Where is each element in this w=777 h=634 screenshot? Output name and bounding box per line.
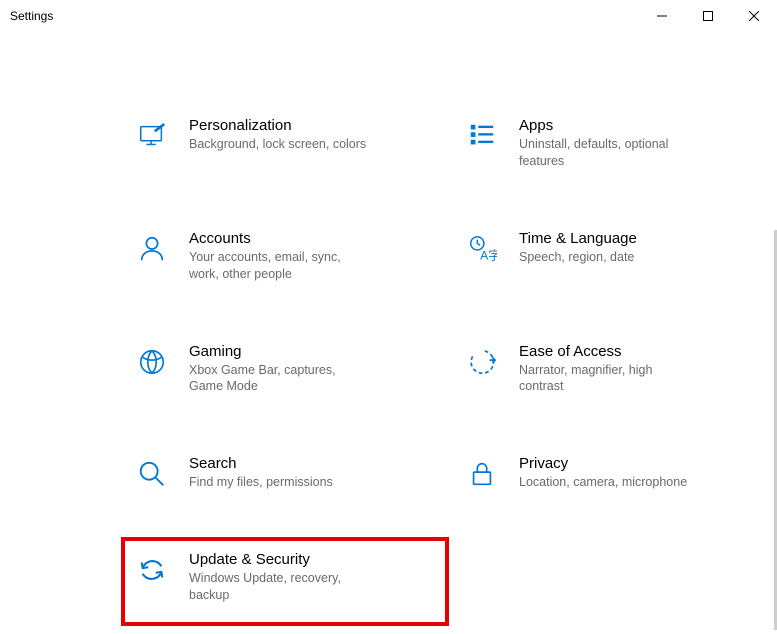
category-gaming[interactable]: Gaming Xbox Game Bar, captures, Game Mod… <box>130 338 440 401</box>
accounts-icon <box>135 232 169 266</box>
gaming-icon <box>135 345 169 379</box>
time-language-icon: A字 <box>465 232 499 266</box>
category-text: Time & Language Speech, region, date <box>519 230 637 266</box>
maximize-button[interactable] <box>685 0 731 32</box>
apps-icon <box>465 119 499 153</box>
personalization-icon <box>135 119 169 153</box>
category-personalization[interactable]: Personalization Background, lock screen,… <box>130 112 440 175</box>
category-subtitle: Uninstall, defaults, optional features <box>519 136 699 170</box>
category-apps[interactable]: Apps Uninstall, defaults, optional featu… <box>460 112 770 175</box>
category-title: Update & Security <box>189 551 369 568</box>
search-icon <box>135 457 169 491</box>
category-title: Time & Language <box>519 230 637 247</box>
settings-categories: Personalization Background, lock screen,… <box>130 32 770 617</box>
category-text: Update & Security Windows Update, recove… <box>189 551 369 604</box>
category-subtitle: Location, camera, microphone <box>519 474 687 491</box>
category-title: Search <box>189 455 333 472</box>
category-title: Accounts <box>189 230 369 247</box>
minimize-button[interactable] <box>639 0 685 32</box>
category-subtitle: Windows Update, recovery, backup <box>189 570 369 604</box>
category-subtitle: Speech, region, date <box>519 249 637 266</box>
category-privacy[interactable]: Privacy Location, camera, microphone <box>460 450 770 496</box>
category-ease-of-access[interactable]: Ease of Access Narrator, magnifier, high… <box>460 338 770 401</box>
update-security-icon <box>135 553 169 587</box>
category-text: Personalization Background, lock screen,… <box>189 117 366 153</box>
category-update-security[interactable]: Update & Security Windows Update, recove… <box>121 537 449 626</box>
category-title: Gaming <box>189 343 369 360</box>
category-title: Apps <box>519 117 699 134</box>
svg-text:A字: A字 <box>480 247 497 262</box>
titlebar: Settings <box>0 0 777 32</box>
window-title: Settings <box>10 9 53 23</box>
category-text: Apps Uninstall, defaults, optional featu… <box>519 117 699 170</box>
category-text: Gaming Xbox Game Bar, captures, Game Mod… <box>189 343 369 396</box>
category-text: Accounts Your accounts, email, sync, wor… <box>189 230 369 283</box>
category-text: Search Find my files, permissions <box>189 455 333 491</box>
category-accounts[interactable]: Accounts Your accounts, email, sync, wor… <box>130 225 440 288</box>
category-subtitle: Xbox Game Bar, captures, Game Mode <box>189 362 369 396</box>
close-button[interactable] <box>731 0 777 32</box>
category-search[interactable]: Search Find my files, permissions <box>130 450 440 496</box>
window-controls <box>639 0 777 32</box>
category-title: Ease of Access <box>519 343 699 360</box>
category-subtitle: Your accounts, email, sync, work, other … <box>189 249 369 283</box>
category-subtitle: Find my files, permissions <box>189 474 333 491</box>
category-title: Personalization <box>189 117 366 134</box>
category-time-language[interactable]: A字 Time & Language Speech, region, date <box>460 225 770 288</box>
category-title: Privacy <box>519 455 687 472</box>
category-subtitle: Narrator, magnifier, high contrast <box>519 362 699 396</box>
ease-of-access-icon <box>465 345 499 379</box>
category-text: Ease of Access Narrator, magnifier, high… <box>519 343 699 396</box>
category-subtitle: Background, lock screen, colors <box>189 136 366 153</box>
privacy-icon <box>465 457 499 491</box>
category-text: Privacy Location, camera, microphone <box>519 455 687 491</box>
